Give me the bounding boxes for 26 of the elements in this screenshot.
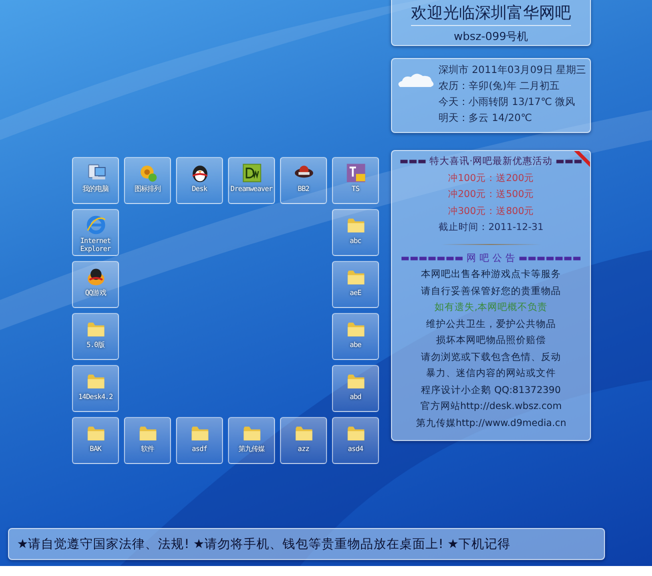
- app-logo-icon: [344, 162, 366, 184]
- notice-text: 如有遗失,本网吧概不负责: [434, 301, 548, 315]
- notice-text: ▬▬▬▬▬▬▬ 网 吧 公 告 ▬▬▬▬▬▬▬: [400, 252, 582, 266]
- notice-text: 冲100元：送200元: [448, 172, 534, 186]
- welcome-title: 欢迎光临深圳富华网吧: [411, 3, 571, 26]
- notice-text: 冲300元：送800元: [448, 204, 534, 218]
- notice-text: 本网吧出售各种游戏点卡等服务: [421, 268, 561, 282]
- notice-text: 第九传媒http://www.d9media.cn: [416, 416, 566, 430]
- app-logo-icon: [240, 162, 262, 184]
- browser-icon: [84, 214, 106, 236]
- notice-text: 截止时间：2011-12-31: [438, 221, 544, 235]
- weather-text: 明天：多云 14/20℃: [438, 112, 533, 126]
- notice-text: 官方网站http://desk.wbsz.com: [420, 400, 562, 414]
- machine-number: wbsz-099号机: [454, 29, 528, 45]
- notice-text: 维护公共卫生，爱护公共物品: [426, 318, 556, 332]
- notice-text: 请勿浏览或下载包含色情、反动: [421, 350, 561, 364]
- marquee-text: ★请自觉遵守国家法律、法规! ★请勿将手机、钱包等贵重物品放在桌面上! ★下机记得: [16, 535, 512, 553]
- notice-text: 请自行妥善保管好您的贵重物品: [421, 284, 561, 298]
- weather-text: 农历：辛卯(兔)年 二月初五: [438, 80, 561, 94]
- weather-text: 今天：小雨转阴 13/17℃ 微风: [438, 96, 576, 110]
- weather-text: 深圳市 2011年03月09日 星期三: [438, 64, 586, 78]
- notice-text: 冲200元：送500元: [448, 188, 534, 202]
- notice-text: ▬▬▬ 特大喜讯·网吧最新优惠活动 ▬▬▬: [400, 155, 582, 169]
- notice-text: 程序设计小企鹅 QQ:81372390: [421, 384, 561, 398]
- notice-text: 暴力、迷信内容的网站或文件: [426, 367, 556, 381]
- notice-text: 损坏本网吧物品照价赔偿: [436, 334, 546, 348]
